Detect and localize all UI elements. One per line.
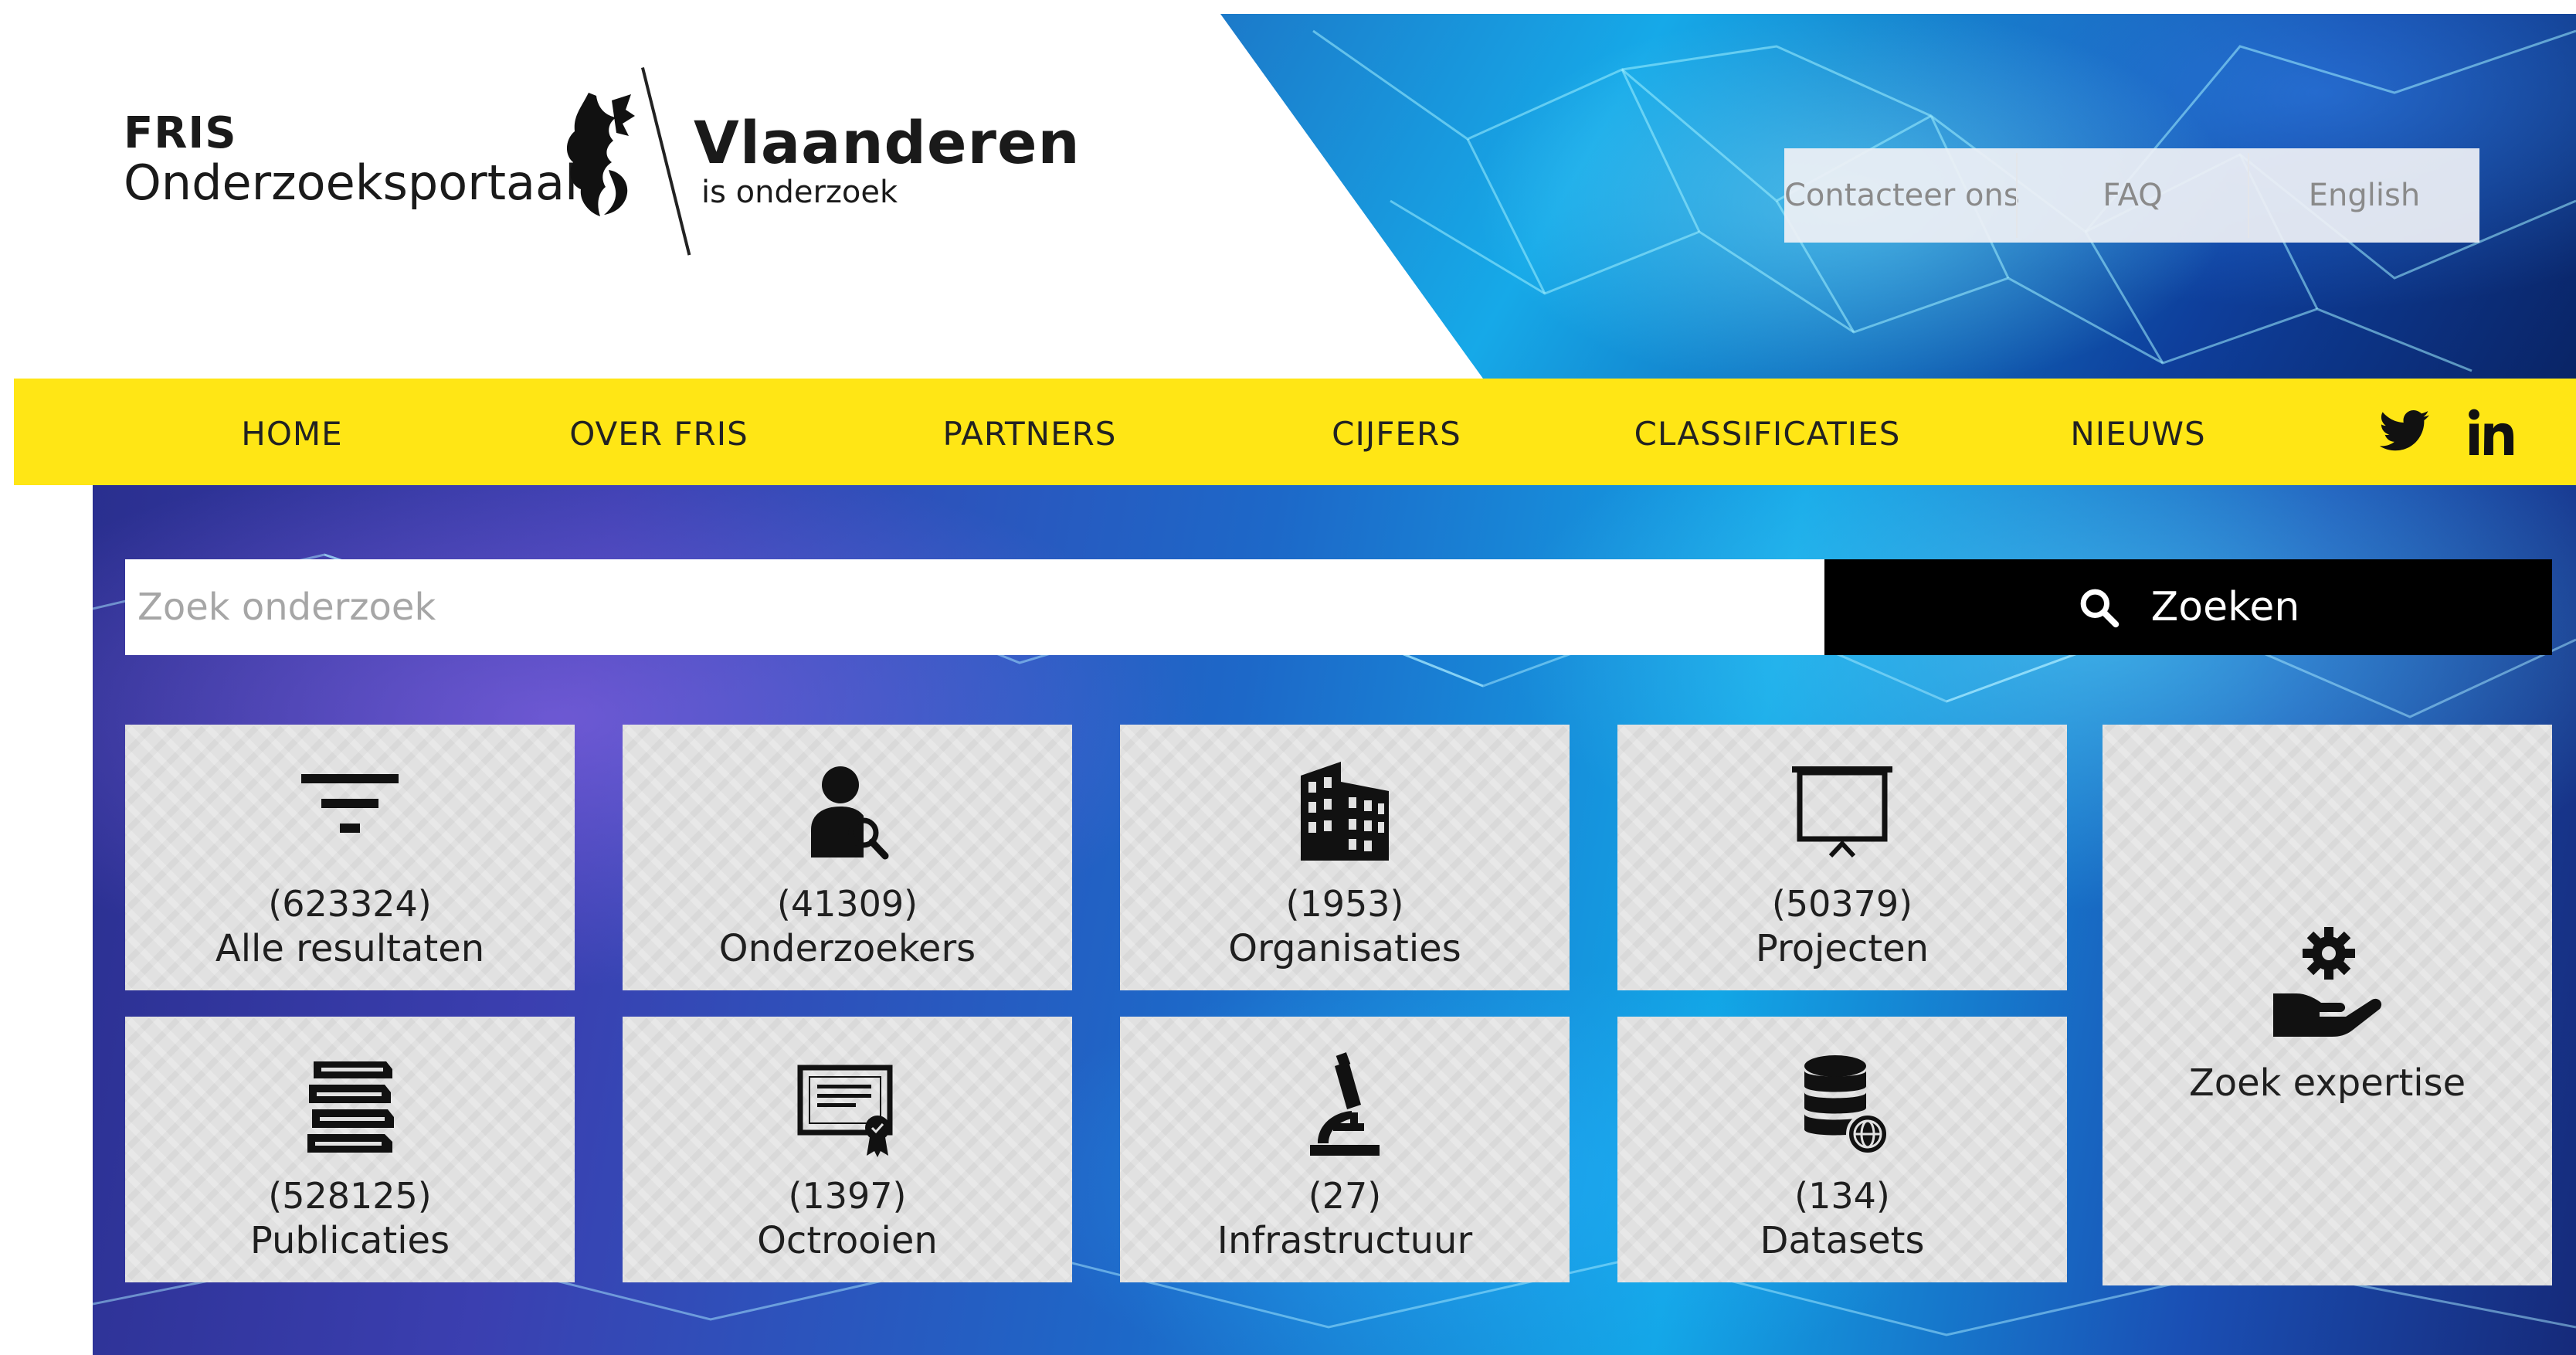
search-button-label: Zoeken <box>2150 584 2300 630</box>
flemish-lion-icon <box>566 93 635 216</box>
search-input[interactable] <box>125 559 1824 655</box>
vlaanderen-logo-subtitle: is onderzoek <box>701 175 898 210</box>
tile-zoek-expertise[interactable]: Zoek expertise <box>2103 725 2552 1285</box>
presentation-icon <box>1792 766 1892 858</box>
top-links-bar: Contacteer ons FAQ English <box>1784 148 2479 243</box>
tile-onderzoekers[interactable]: (41309) Onderzoekers <box>623 725 1072 990</box>
logo-subtitle: Onderzoeksportaal <box>124 155 579 211</box>
researcher-icon <box>811 766 889 860</box>
nav-item-home[interactable]: HOME <box>176 415 408 453</box>
tile-label: Publicaties <box>249 1219 450 1262</box>
tile-datasets[interactable]: (134) Datasets <box>1617 1017 2067 1282</box>
nav-item-partners[interactable]: PARTNERS <box>894 415 1165 453</box>
tile-label: Onderzoekers <box>718 927 976 970</box>
nav-item-over-fris[interactable]: OVER FRIS <box>524 415 794 453</box>
faq-link[interactable]: FAQ <box>2018 178 2248 213</box>
tile-count: (1953) <box>1285 883 1404 925</box>
contact-link[interactable]: Contacteer ons <box>1784 178 2020 213</box>
tile-label: Projecten <box>1755 927 1929 970</box>
logo-title: FRIS <box>124 108 237 158</box>
tile-alle-resultaten[interactable]: (623324) Alle resultaten <box>125 725 575 990</box>
nav-item-cijfers[interactable]: CIJFERS <box>1273 415 1520 453</box>
tile-count: (528125) <box>268 1175 432 1217</box>
tile-projecten[interactable]: (50379) Projecten <box>1617 725 2067 990</box>
tile-label: Datasets <box>1760 1219 1925 1262</box>
twitter-icon[interactable] <box>2377 402 2432 462</box>
logo-divider <box>641 67 691 256</box>
tile-count: (27) <box>1308 1175 1382 1217</box>
filter-icon <box>301 774 399 833</box>
vlaanderen-logo-name: Vlaanderen <box>694 108 1081 177</box>
tile-count: (623324) <box>268 883 432 925</box>
tile-label: Zoek expertise <box>2188 1061 2466 1105</box>
tile-count: (1397) <box>788 1175 907 1217</box>
tile-octrooien[interactable]: (1397) Octrooien <box>623 1017 1072 1282</box>
tile-publicaties[interactable]: (528125) Publicaties <box>125 1017 575 1282</box>
database-globe-icon <box>1804 1055 1889 1156</box>
search-icon <box>2080 589 2119 628</box>
fris-logo[interactable]: FRIS Onderzoeksportaal <box>124 110 578 209</box>
tile-infrastructuur[interactable]: (27) Infrastructuur <box>1120 1017 1570 1282</box>
hand-gear-icon <box>2273 927 2382 1037</box>
linkedin-icon[interactable] <box>2462 402 2518 462</box>
nav-item-nieuws[interactable]: NIEUWS <box>2014 415 2262 453</box>
tile-label: Organisaties <box>1228 927 1461 970</box>
tile-organisaties[interactable]: (1953) Organisaties <box>1120 725 1570 990</box>
tile-count: (41309) <box>776 883 918 925</box>
search-button[interactable]: Zoeken <box>1824 559 2552 655</box>
nav-item-classificaties[interactable]: CLASSIFICATIES <box>1605 415 1929 453</box>
tile-label: Infrastructuur <box>1217 1219 1473 1262</box>
left-margin <box>14 485 93 1355</box>
tile-count: (134) <box>1794 1175 1890 1217</box>
microscope-icon <box>1310 1052 1380 1156</box>
building-icon <box>1301 762 1389 861</box>
books-icon <box>307 1061 394 1153</box>
tile-count: (50379) <box>1771 883 1913 925</box>
tile-label: Alle resultaten <box>215 927 485 970</box>
certificate-icon <box>797 1065 893 1157</box>
tile-label: Octrooien <box>757 1219 938 1262</box>
main-navigation: HOME OVER FRIS PARTNERS CIJFERS CLASSIFI… <box>14 379 2576 485</box>
english-language-link[interactable]: English <box>2249 178 2479 213</box>
